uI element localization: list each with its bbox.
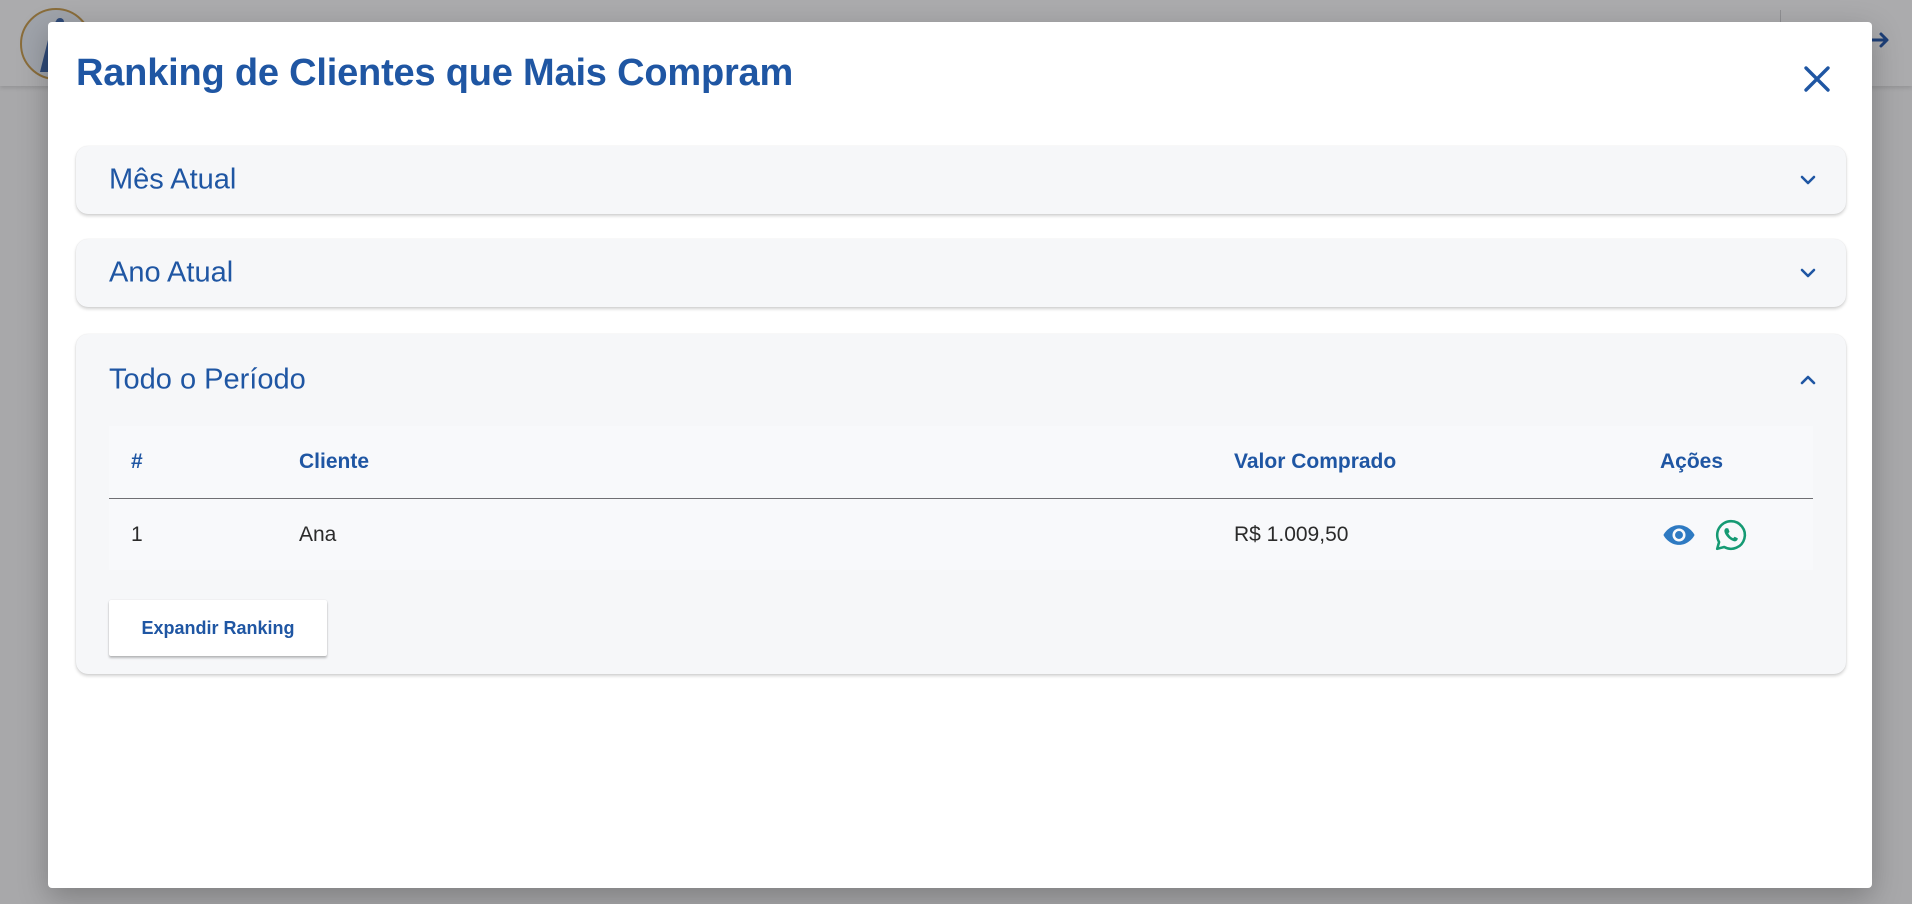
whatsapp-button[interactable] <box>1712 516 1750 554</box>
modal-title: Ranking de Clientes que Mais Compram <box>76 52 794 94</box>
ranking-modal: Ranking de Clientes que Mais Compram Mês… <box>48 22 1872 888</box>
cell-actions <box>1660 499 1813 571</box>
expand-ranking-button[interactable]: Expandir Ranking <box>109 600 327 656</box>
cell-client: Ana <box>299 522 337 546</box>
chevron-down-icon <box>1800 175 1816 185</box>
column-header-client: Cliente <box>299 426 1234 499</box>
accordion-current-month: Mês Atual <box>76 146 1846 214</box>
chevron-up-icon <box>1800 375 1816 385</box>
accordion-title: Todo o Período <box>109 363 306 396</box>
accordion-title: Mês Atual <box>109 163 237 196</box>
cell-value: R$ 1.009,50 <box>1234 522 1349 546</box>
eye-icon <box>1663 524 1695 545</box>
accordion-title: Ano Atual <box>109 256 234 289</box>
table-header-row: # Cliente Valor Comprado Ações <box>109 426 1813 499</box>
column-header-value: Valor Comprado <box>1234 426 1660 499</box>
chevron-down-icon <box>1800 268 1816 278</box>
accordion-all-time: Todo o Período # Cliente Valor Comprado … <box>76 334 1846 674</box>
accordion-header-all-time[interactable]: Todo o Período <box>76 334 1846 426</box>
column-header-actions: Ações <box>1660 426 1813 499</box>
table-row: 1 Ana R$ 1.009,50 <box>109 499 1813 571</box>
whatsapp-icon <box>1715 519 1747 550</box>
ranking-table: # Cliente Valor Comprado Ações 1 Ana R$ … <box>109 426 1813 570</box>
accordion-header-current-month[interactable]: Mês Atual <box>76 146 1846 214</box>
accordion-current-year: Ano Atual <box>76 239 1846 307</box>
accordion-header-current-year[interactable]: Ano Atual <box>76 239 1846 307</box>
cell-rank: 1 <box>131 522 143 546</box>
view-client-button[interactable] <box>1660 516 1698 554</box>
close-button[interactable] <box>1795 57 1839 101</box>
column-header-rank: # <box>109 426 299 499</box>
close-icon <box>1804 66 1830 92</box>
